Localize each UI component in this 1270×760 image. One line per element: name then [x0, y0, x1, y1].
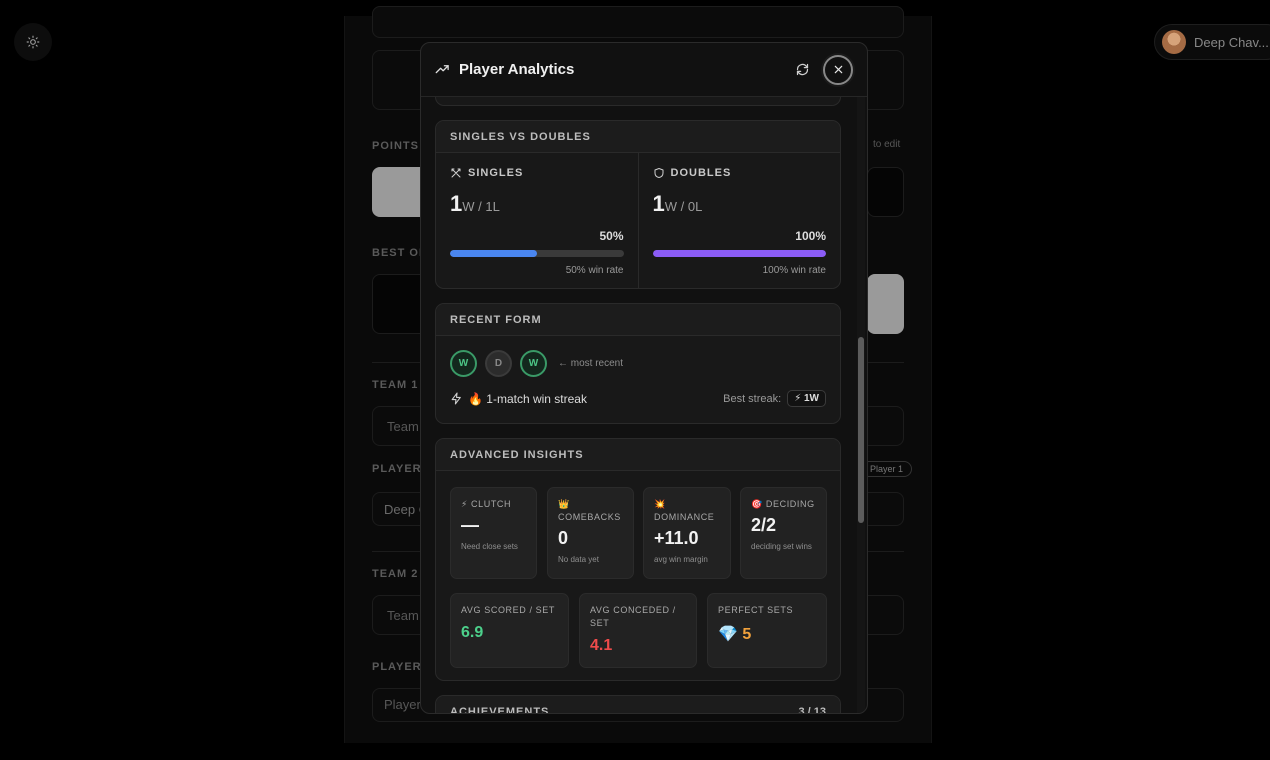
player2-placeholder: Player — [384, 697, 421, 712]
singles-progress-fill — [450, 250, 537, 257]
singles-percent: 50% — [599, 229, 624, 243]
form-result: W — [450, 350, 477, 377]
doubles-win-rate: 100% win rate — [762, 265, 826, 276]
best-streak-badge: ⚡ 1W — [787, 390, 826, 407]
achievements-heading: ACHIEVEMENTS — [450, 705, 550, 714]
best-streak-label: Best streak: — [723, 392, 782, 405]
doubles-progress-fill — [652, 250, 826, 257]
recent-form-results: W D W ← most recent — [436, 336, 840, 377]
dominance-value: +11.0 — [654, 528, 699, 548]
dominance-tile: 💥 DOMINANCE +11.0 avg win margin — [643, 487, 731, 579]
modal-title: Player Analytics — [459, 61, 575, 78]
deciding-tile: 🎯 DECIDING 2/2 deciding set wins — [740, 487, 827, 579]
doubles-percent: 100% — [795, 229, 826, 243]
comebacks-label: 👑 COMEBACKS — [558, 499, 621, 522]
clutch-tile: ⚡ CLUTCH — Need close sets — [450, 487, 537, 579]
points-option[interactable] — [867, 167, 904, 217]
achievements-card[interactable]: ACHIEVEMENTS 3 / 13 — [435, 695, 841, 714]
player-chip[interactable]: Player 1 — [861, 461, 913, 477]
close-button[interactable] — [823, 54, 853, 85]
team1-placeholder: Team — [387, 419, 419, 434]
doubles-label: DOUBLES — [670, 167, 732, 179]
team2-placeholder: Team — [387, 608, 419, 623]
best-of-option-selected[interactable] — [867, 274, 904, 334]
lightning-icon — [451, 392, 461, 405]
doubles-progress-bar — [652, 250, 826, 257]
current-streak: 🔥 1-match win streak — [468, 391, 587, 406]
sun-icon — [26, 35, 40, 49]
achievements-header: ACHIEVEMENTS 3 / 13 — [436, 696, 840, 714]
singles-vs-doubles-heading: SINGLES VS DOUBLES — [436, 121, 840, 153]
refresh-icon — [796, 63, 808, 76]
shield-icon — [654, 168, 663, 178]
dominance-sub: avg win margin — [654, 555, 708, 564]
singles-stats: SINGLES 1W / 1L 50% 50% win rate — [436, 153, 638, 288]
advanced-insights-card: ADVANCED INSIGHTS ⚡ CLUTCH — Need close … — [435, 438, 841, 681]
refresh-button[interactable] — [787, 55, 817, 85]
perfect-sets-value: 💎 5 — [718, 626, 752, 643]
recent-form-heading: RECENT FORM — [436, 304, 840, 336]
close-icon — [834, 65, 842, 74]
user-menu-button[interactable]: Deep Chav... — [1154, 24, 1270, 60]
comebacks-tile: 👑 COMEBACKS 0 No data yet — [547, 487, 634, 579]
form-result: D — [485, 350, 512, 377]
deciding-value: 2/2 — [751, 515, 777, 535]
avg-conceded-label: AVG CONCEDED / SET — [590, 605, 676, 628]
perfect-sets-label: PERFECT SETS — [718, 605, 794, 615]
comebacks-sub: No data yet — [558, 555, 599, 564]
singles-wins: 1 — [450, 191, 463, 216]
player-analytics-modal: Player Analytics SINGLES VS DOUBLES SING… — [420, 42, 868, 714]
streak-row: 🔥 1-match win streak Best streak: ⚡ 1W — [436, 377, 840, 407]
singles-win-rate: 50% win rate — [565, 265, 624, 276]
modal-header: Player Analytics — [421, 43, 867, 97]
scrollbar-thumb[interactable] — [858, 337, 864, 523]
tap-to-edit-hint: to edit — [873, 139, 901, 150]
scrollbar[interactable] — [857, 97, 865, 713]
clutch-value: — — [461, 515, 479, 535]
modal-scroll-content[interactable]: SINGLES VS DOUBLES SINGLES 1W / 1L 50% 5… — [421, 97, 857, 714]
form-result: W — [520, 350, 547, 377]
clutch-sub: Need close sets — [461, 542, 518, 551]
singles-record: W / 1L — [462, 199, 500, 214]
trending-up-icon — [435, 65, 449, 74]
most-recent-hint: ← most recent — [558, 358, 624, 369]
singles-vs-doubles-card: SINGLES VS DOUBLES SINGLES 1W / 1L 50% 5… — [435, 120, 841, 289]
best-of-label: BEST OF — [372, 247, 427, 259]
user-name: Deep Chav... — [1194, 34, 1269, 50]
avg-scored-tile: AVG SCORED / SET 6.9 — [450, 593, 569, 668]
singles-progress-bar — [450, 250, 624, 257]
doubles-record: W / 0L — [664, 199, 703, 214]
clutch-label: ⚡ CLUTCH — [461, 499, 512, 509]
avg-conceded-tile: AVG CONCEDED / SET 4.1 — [579, 593, 697, 668]
achievements-count: 3 / 13 — [798, 705, 826, 714]
avg-scored-label: AVG SCORED / SET — [461, 605, 555, 615]
avg-conceded-value: 4.1 — [590, 637, 613, 654]
deciding-sub: deciding set wins — [751, 542, 812, 551]
singles-label: SINGLES — [468, 167, 524, 179]
recent-form-card: RECENT FORM W D W ← most recent 🔥 1-matc… — [435, 303, 841, 424]
bg-field-top[interactable] — [372, 6, 904, 38]
perfect-sets-tile: PERFECT SETS 💎 5 — [707, 593, 827, 668]
theme-toggle-button[interactable] — [14, 23, 52, 61]
doubles-stats: DOUBLES 1W / 0L 100% 100% win rate — [637, 153, 841, 288]
avatar — [1162, 30, 1186, 54]
deciding-label: 🎯 DECIDING — [751, 499, 815, 509]
previous-card — [435, 97, 841, 106]
avg-scored-value: 6.9 — [461, 624, 484, 641]
dominance-label: 💥 DOMINANCE — [654, 499, 715, 522]
doubles-wins: 1 — [652, 191, 665, 216]
advanced-insights-heading: ADVANCED INSIGHTS — [436, 439, 840, 471]
crossed-swords-icon — [451, 168, 461, 178]
comebacks-value: 0 — [558, 528, 569, 548]
